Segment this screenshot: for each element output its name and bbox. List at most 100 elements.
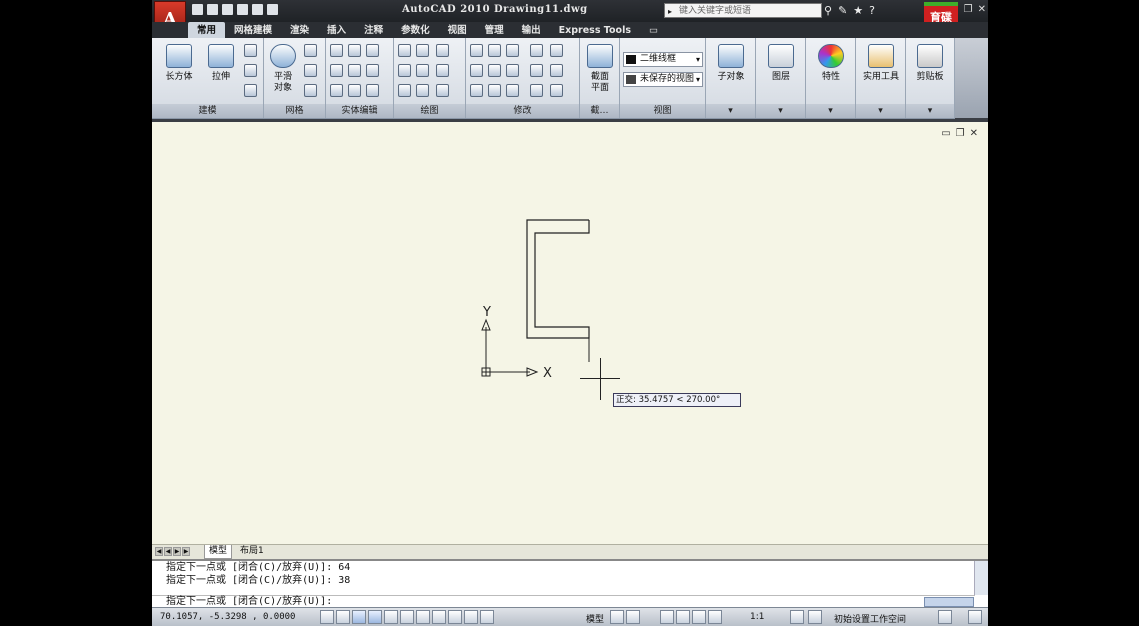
arc-icon[interactable] xyxy=(436,44,449,57)
steeringwheel-icon[interactable] xyxy=(692,610,706,624)
subobject-expand[interactable]: ▾ xyxy=(706,104,755,118)
otrack-icon[interactable] xyxy=(432,610,446,624)
annotation-scale[interactable]: 1:1 xyxy=(750,612,764,622)
color-wheel-icon[interactable] xyxy=(818,44,844,68)
extrude-icon[interactable] xyxy=(208,44,234,68)
union-icon[interactable] xyxy=(330,44,343,57)
pan-icon[interactable] xyxy=(660,610,674,624)
shell-icon[interactable] xyxy=(366,84,379,97)
osnap-icon[interactable] xyxy=(400,610,414,624)
saved-view-select[interactable]: 未保存的视图 xyxy=(623,72,703,87)
erase-icon[interactable] xyxy=(550,84,563,97)
panel-title-draw[interactable]: 绘图 xyxy=(394,104,465,118)
visual-style-select[interactable]: 二维线框 xyxy=(623,52,703,67)
coordinates-readout[interactable]: 70.1057, -5.3298 , 0.0000 xyxy=(160,612,295,622)
polyline-icon[interactable] xyxy=(398,44,411,57)
search-input[interactable]: 键入关键字或短语 xyxy=(664,3,822,19)
panel-title-section[interactable]: 截… xyxy=(580,104,619,118)
lineweight-icon[interactable] xyxy=(480,610,494,624)
offset-icon[interactable] xyxy=(488,64,501,77)
restore-icon[interactable]: ❐ xyxy=(964,4,973,15)
quick-view-drawings-icon[interactable] xyxy=(626,610,640,624)
circle-icon[interactable] xyxy=(436,64,449,77)
match-properties-icon[interactable] xyxy=(530,84,543,97)
tab-parametric[interactable]: 参数化 xyxy=(392,22,439,38)
workspace-switch[interactable]: 初始设置工作空间 xyxy=(834,612,906,625)
prev-layout-icon[interactable]: ◀ xyxy=(164,547,172,556)
explode-icon[interactable] xyxy=(550,44,563,57)
3dpoly-icon[interactable] xyxy=(416,44,429,57)
first-layout-icon[interactable]: ◀ xyxy=(155,547,163,556)
save-icon[interactable] xyxy=(222,4,233,15)
subobject-icon[interactable] xyxy=(718,44,744,68)
polar-icon[interactable] xyxy=(384,610,398,624)
mesh-smooth-more-icon[interactable] xyxy=(304,44,317,57)
ellipse-icon[interactable] xyxy=(436,84,449,97)
drawing-area[interactable]: ▭ ❐ ✕ Y X 正交: 35.4757 < 270.00° xyxy=(152,122,988,544)
clean-screen-icon[interactable] xyxy=(968,610,982,624)
fillet-icon[interactable] xyxy=(470,64,483,77)
redo-icon[interactable] xyxy=(252,4,263,15)
auto-scale-icon[interactable] xyxy=(808,610,822,624)
new-icon[interactable] xyxy=(192,4,203,15)
smooth-object-icon[interactable] xyxy=(270,44,296,68)
sweep-icon[interactable] xyxy=(244,64,257,77)
showmotion-icon[interactable] xyxy=(708,610,722,624)
tab-mesh-modeling[interactable]: 网格建模 xyxy=(225,22,281,38)
close-icon[interactable]: ✕ xyxy=(978,4,986,15)
measure-icon[interactable] xyxy=(868,44,894,68)
mesh-crease-icon[interactable] xyxy=(304,84,317,97)
tab-layout1[interactable]: 布局1 xyxy=(236,545,268,558)
grid-icon[interactable] xyxy=(352,610,366,624)
panel-title-view[interactable]: 视图 xyxy=(620,104,705,118)
panel-title-solid-editing[interactable]: 实体编辑 xyxy=(326,104,393,118)
tab-view[interactable]: 视图 xyxy=(439,22,476,38)
tab-express-tools[interactable]: Express Tools xyxy=(550,22,640,38)
3d-rotate-icon[interactable] xyxy=(488,44,501,57)
binoculars-icon[interactable]: ⚲ xyxy=(824,4,832,17)
spline-icon[interactable] xyxy=(398,64,411,77)
extrude-faces-icon[interactable] xyxy=(366,44,379,57)
panel-title-mesh[interactable]: 网格 xyxy=(264,104,325,118)
command-hscroll[interactable] xyxy=(924,597,974,607)
quick-view-layouts-icon[interactable] xyxy=(610,610,624,624)
ortho-icon[interactable] xyxy=(368,610,382,624)
rectangle-icon[interactable] xyxy=(416,84,429,97)
properties-expand[interactable]: ▾ xyxy=(806,104,855,118)
line-icon[interactable] xyxy=(416,64,429,77)
last-layout-icon[interactable]: ▶ xyxy=(182,547,190,556)
undo-icon[interactable] xyxy=(237,4,248,15)
layers-icon[interactable] xyxy=(768,44,794,68)
presspull-icon[interactable] xyxy=(244,44,257,57)
open-icon[interactable] xyxy=(207,4,218,15)
polygon-icon[interactable] xyxy=(398,84,411,97)
rotate-icon[interactable] xyxy=(506,64,519,77)
utilities-expand[interactable]: ▾ xyxy=(856,104,905,118)
tab-model[interactable]: 模型 xyxy=(204,545,233,559)
3d-array-icon[interactable] xyxy=(506,84,519,97)
array-icon[interactable] xyxy=(470,84,483,97)
mesh-refine-icon[interactable] xyxy=(304,64,317,77)
lock-icon[interactable] xyxy=(938,610,952,624)
box-icon[interactable] xyxy=(166,44,192,68)
wrench-icon[interactable]: ✎ xyxy=(838,4,847,17)
star-icon[interactable]: ★ xyxy=(853,4,863,17)
3d-osnap-icon[interactable] xyxy=(416,610,430,624)
annotation-visibility-icon[interactable] xyxy=(790,610,804,624)
subtract-icon[interactable] xyxy=(330,64,343,77)
trim-icon[interactable] xyxy=(470,44,483,57)
panel-title-modify[interactable]: 修改 xyxy=(466,104,579,118)
clipboard-icon[interactable] xyxy=(917,44,943,68)
chamfer-icon[interactable] xyxy=(550,64,563,77)
snap-mode-icon[interactable] xyxy=(336,610,350,624)
imprint-icon[interactable] xyxy=(366,64,379,77)
panel-title-modeling[interactable]: 建模 xyxy=(152,104,263,118)
align-icon[interactable] xyxy=(488,84,501,97)
tab-home[interactable]: 常用 xyxy=(188,22,226,38)
tab-manage[interactable]: 管理 xyxy=(476,22,513,38)
clean-icon[interactable] xyxy=(348,84,361,97)
command-scrollbar[interactable] xyxy=(974,561,988,595)
print-icon[interactable] xyxy=(267,4,278,15)
tab-insert[interactable]: 插入 xyxy=(318,22,355,38)
separate-icon[interactable] xyxy=(348,64,361,77)
